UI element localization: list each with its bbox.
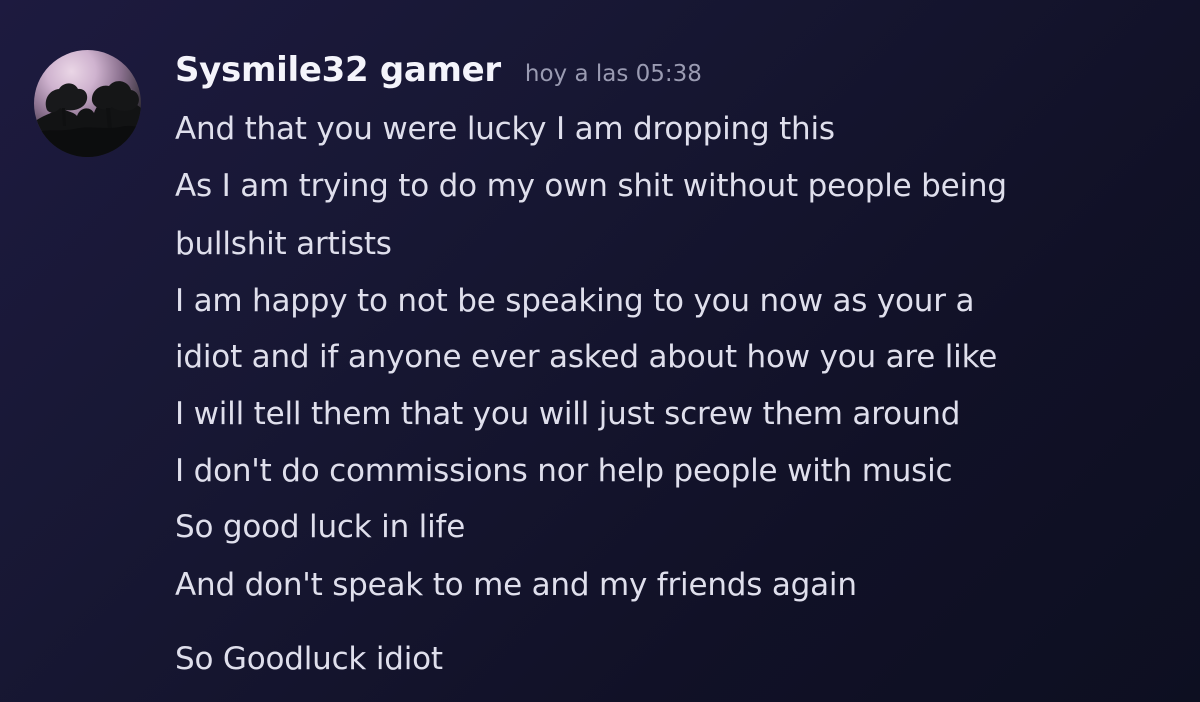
message-line: So Goodluck idiot bbox=[175, 641, 443, 677]
message-line: idiot and if anyone ever asked about how… bbox=[175, 339, 998, 375]
avatar-tree-image bbox=[34, 81, 141, 157]
message-line: I am happy to not be speaking to you now… bbox=[175, 283, 975, 319]
avatar[interactable] bbox=[34, 50, 141, 157]
message-line: I will tell them that you will just scre… bbox=[175, 396, 961, 432]
message-line: I don't do commissions nor help people w… bbox=[175, 453, 953, 489]
username[interactable]: Sysmile32 gamer bbox=[175, 50, 501, 90]
message-line: So good luck in life bbox=[175, 509, 466, 545]
chat-message: Sysmile32 gamer hoy a las 05:38 And that… bbox=[0, 0, 1200, 702]
timestamp[interactable]: hoy a las 05:38 bbox=[525, 61, 702, 87]
message-line: And don't speak to me and my friends aga… bbox=[175, 567, 857, 603]
message-line: And that you were lucky I am dropping th… bbox=[175, 111, 835, 147]
message-line: As I am trying to do my own shit without… bbox=[175, 168, 1007, 204]
message-line: bullshit artists bbox=[175, 226, 392, 262]
message-header: Sysmile32 gamer hoy a las 05:38 bbox=[175, 50, 702, 92]
